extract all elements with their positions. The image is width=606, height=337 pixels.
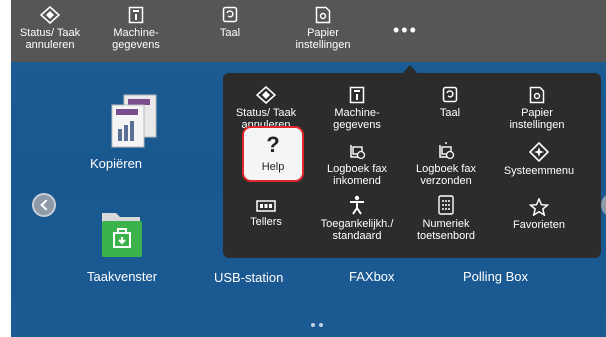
page-dot	[319, 323, 323, 327]
job-box-tile-label: Taakvenster	[87, 269, 158, 284]
menu-keypad-label-1: Numeriek	[422, 218, 470, 230]
system-menu-icon	[529, 142, 549, 162]
menu-fax-log-out-label-2: verzonden	[420, 175, 472, 187]
menu-paper-item[interactable]: Papier instellingen	[492, 86, 582, 131]
topbar-machine-label-1: Machine-	[113, 27, 159, 39]
copy-tile-label: Kopiëren	[90, 156, 143, 171]
paper-settings-icon	[529, 86, 545, 104]
menu-fax-log-out-item[interactable]: Logboek fax verzonden	[401, 142, 491, 187]
language-icon	[442, 86, 458, 103]
previous-page-button[interactable]	[32, 193, 56, 217]
copy-tile[interactable]	[106, 93, 162, 154]
more-menu-button[interactable]: •••	[393, 20, 418, 41]
menu-keypad-item[interactable]: Numeriek toetsenbord	[401, 195, 491, 242]
topbar-machine-button[interactable]: Machine- gegevens	[96, 6, 176, 51]
menu-help-label: Help	[261, 161, 285, 173]
topbar-paper-label-2: instellingen	[295, 39, 351, 51]
menu-accessibility-label-1: Toegankelijkh./	[320, 218, 394, 230]
menu-counter-label: Tellers	[250, 216, 282, 228]
menu-machine-label-1: Machine-	[334, 107, 380, 119]
menu-language-item[interactable]: Taal	[405, 86, 495, 119]
polling-box-tile-label: Polling Box	[463, 269, 529, 284]
menu-fax-log-out-label-1: Logboek fax	[416, 163, 476, 175]
topbar-status-button[interactable]: Status/ Taak annuleren	[11, 6, 90, 51]
machine-info-icon	[128, 6, 144, 24]
topbar-status-label-1: Status/ Taak	[19, 27, 81, 39]
fax-log-in-icon	[350, 145, 366, 160]
menu-paper-label-1: Papier	[521, 107, 553, 119]
machine-info-icon	[349, 86, 365, 104]
menu-counter-item[interactable]: Tellers	[221, 199, 311, 228]
menu-favorites-item[interactable]: Favorieten	[494, 198, 584, 231]
topbar-machine-label-2: gegevens	[112, 39, 160, 51]
menu-fax-log-in-item[interactable]: Logboek fax inkomend	[312, 142, 402, 187]
menu-machine-label-2: gegevens	[333, 119, 381, 131]
star-icon	[529, 198, 549, 216]
menu-machine-item[interactable]: Machine- gegevens	[312, 86, 402, 131]
usb-tile-label: USB-station	[214, 270, 284, 285]
menu-accessibility-item[interactable]: Toegankelijkh./ standaard	[312, 195, 402, 242]
question-mark-icon: ?	[266, 132, 280, 157]
menu-system-item[interactable]: Systeemmenu	[494, 142, 584, 177]
top-bar: Status/ Taak annuleren Machine- gegevens…	[11, 0, 606, 62]
topbar-language-label: Taal	[219, 27, 241, 39]
status-diamond-icon	[256, 86, 276, 104]
topbar-paper-button[interactable]: Papier instellingen	[283, 6, 363, 51]
menu-system-label: Systeemmenu	[503, 165, 575, 177]
menu-paper-label-2: instellingen	[509, 119, 565, 131]
keypad-icon	[438, 195, 454, 215]
fax-box-tile-label: FAXbox	[349, 269, 395, 284]
copy-icon	[111, 94, 157, 148]
job-box-icon	[102, 213, 142, 257]
device-frame: Status/ Taak annuleren Machine- gegevens…	[0, 0, 606, 337]
fax-log-out-icon	[439, 142, 455, 160]
paper-settings-icon	[315, 6, 331, 24]
polling-box-tile[interactable]	[471, 258, 473, 260]
topbar-language-button[interactable]: Taal	[190, 6, 270, 39]
menu-fax-log-in-label-2: inkomend	[333, 175, 381, 187]
accessibility-icon	[350, 195, 364, 215]
menu-accessibility-label-2: standaard	[332, 230, 382, 242]
page-indicator	[309, 314, 325, 332]
language-icon	[222, 6, 238, 23]
menu-status-label-1: Status/ Taak	[235, 107, 297, 119]
menu-favorites-label: Favorieten	[513, 219, 565, 231]
counter-icon	[256, 200, 276, 212]
page-dot	[311, 323, 315, 327]
topbar-status-label-2: annuleren	[25, 39, 75, 51]
status-diamond-icon	[40, 6, 60, 24]
fax-box-tile[interactable]	[341, 258, 343, 260]
usb-tile[interactable]	[207, 258, 209, 260]
menu-status-item[interactable]: Status/ Taak annuleren	[221, 86, 311, 131]
menu-language-label: Taal	[439, 107, 461, 119]
menu-keypad-label-2: toetsenbord	[416, 230, 476, 242]
touch-screen: Status/ Taak annuleren Machine- gegevens…	[11, 0, 606, 337]
topbar-paper-label-1: Papier	[307, 27, 339, 39]
next-page-button[interactable]	[601, 193, 606, 217]
menu-fax-log-in-label-1: Logboek fax	[327, 163, 387, 175]
menu-help-item[interactable]: ? Help	[242, 126, 304, 182]
job-box-tile[interactable]	[100, 209, 154, 262]
